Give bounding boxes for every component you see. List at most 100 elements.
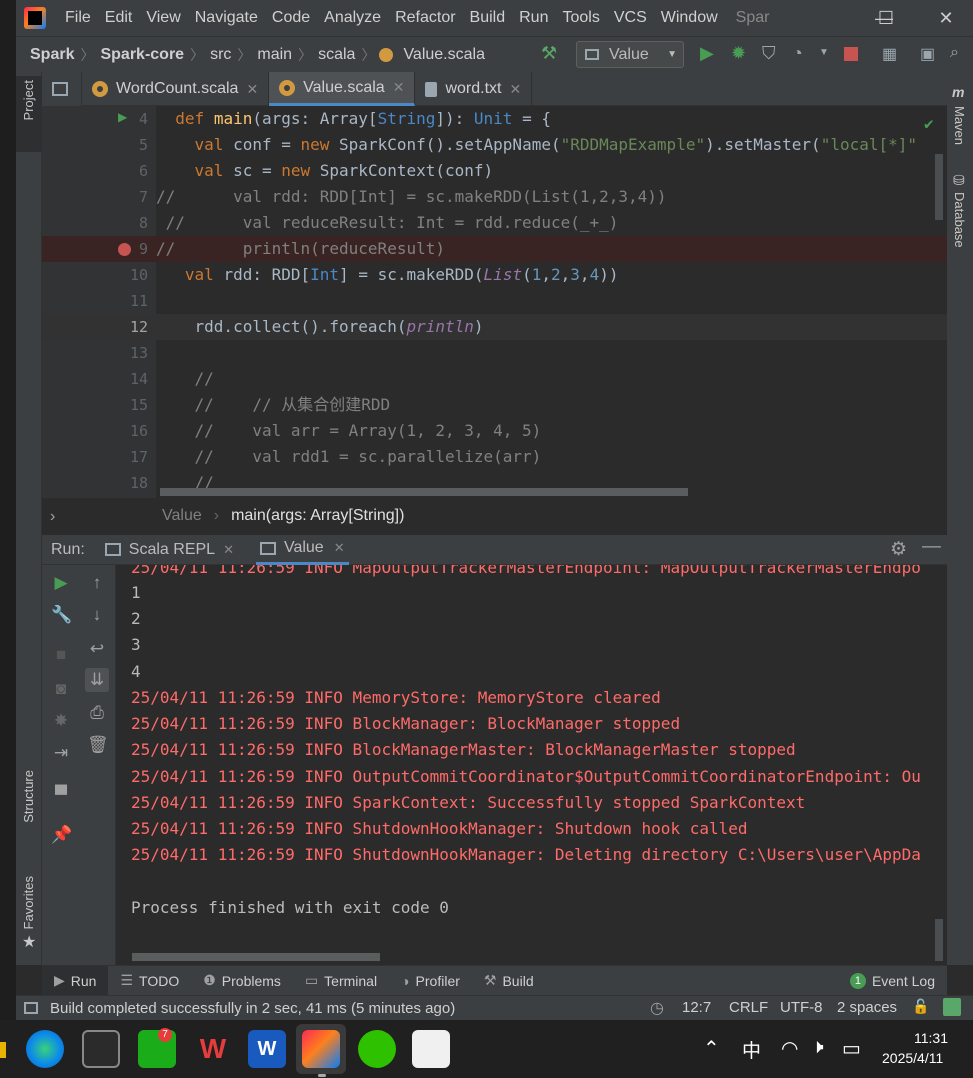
taskbar-app-partial[interactable]	[0, 1042, 6, 1058]
rerun-icon[interactable]: ▶	[51, 573, 71, 593]
menu-window[interactable]: Window	[654, 9, 725, 27]
run-icon[interactable]: ▶	[700, 43, 714, 64]
unlock-icon[interactable]: 🔓	[912, 998, 929, 1015]
stop-icon[interactable]	[844, 47, 858, 61]
code-editor[interactable]: def main(args: Array[String]): Unit = { …	[156, 106, 947, 498]
menu-edit[interactable]: Edit	[98, 9, 140, 27]
menu-build[interactable]: Build	[463, 9, 513, 27]
caret-position[interactable]: 12:7	[682, 999, 711, 1016]
project-structure-icon[interactable]: ▦	[882, 44, 897, 64]
battery-icon[interactable]: ▭	[842, 1036, 861, 1061]
menu-code[interactable]: Code	[265, 9, 317, 27]
toggle-tool-windows-icon[interactable]	[24, 1002, 38, 1014]
close-button[interactable]: ✕	[923, 0, 969, 36]
breadcrumb-scala[interactable]: scala	[312, 46, 361, 64]
menu-vcs[interactable]: VCS	[607, 9, 654, 27]
unity-hub-icon[interactable]	[82, 1030, 120, 1068]
maven-tool-button[interactable]: Maven	[952, 106, 967, 145]
soft-wrap-icon[interactable]: ↩	[87, 639, 107, 659]
coverage-icon[interactable]: ⛉	[762, 43, 776, 64]
console-vertical-scrollbar[interactable]	[935, 919, 943, 961]
layout-icon[interactable]: ▀	[51, 785, 71, 805]
tool-tab-profiler[interactable]: ◑ Profiler	[389, 973, 472, 989]
debug-icon[interactable]: ✹	[731, 43, 746, 64]
stop-icon[interactable]: ■	[51, 645, 71, 665]
hide-panel-icon[interactable]: —	[922, 536, 941, 558]
build-hammer-icon[interactable]: ⚒	[541, 43, 557, 64]
profile-icon[interactable]: ◔	[792, 43, 803, 64]
wps-office-icon[interactable]: W	[194, 1030, 232, 1068]
editor-vertical-scrollbar[interactable]	[935, 154, 943, 220]
camera-icon[interactable]: ◙	[51, 679, 71, 699]
breadcrumb-method[interactable]: main(args: Array[String])	[231, 507, 404, 525]
search-icon[interactable]: ⌕	[950, 44, 959, 62]
editor-gutter[interactable]: 4 ▶ 5 6 7 8 9 10 11 12 13 14 15 16 17 18	[42, 106, 156, 498]
arrow-up-icon[interactable]: ↑	[87, 573, 107, 593]
tool-tab-build[interactable]: ⚒ Build	[472, 972, 546, 989]
console-horizontal-scrollbar[interactable]	[132, 953, 380, 961]
snipping-tool-icon[interactable]	[412, 1030, 450, 1068]
menu-navigate[interactable]: Navigate	[188, 9, 265, 27]
pin-icon[interactable]: 📌	[51, 825, 72, 845]
menu-run[interactable]: Run	[512, 9, 555, 27]
menu-analyze[interactable]: Analyze	[317, 9, 388, 27]
close-icon[interactable]: ✕	[393, 79, 405, 96]
structure-tool-button[interactable]: Structure	[21, 770, 36, 823]
run-tab-scala-repl[interactable]: Scala REPL	[129, 541, 215, 559]
breadcrumb-object[interactable]: Value	[162, 507, 202, 525]
menu-file[interactable]: File	[58, 9, 98, 27]
status-message[interactable]: Build completed successfully in 2 sec, 4…	[50, 1000, 455, 1017]
breakpoint-icon[interactable]	[118, 243, 131, 256]
menu-refactor[interactable]: Refactor	[388, 9, 462, 27]
tool-tab-run[interactable]: ▶ Run	[42, 966, 109, 995]
speaker-muted-icon[interactable]: 🕨	[811, 1036, 824, 1059]
tool-tab-terminal[interactable]: ▭ Terminal	[293, 972, 389, 989]
menu-view[interactable]: View	[139, 9, 187, 27]
tab-value[interactable]: Value.scala ✕	[269, 72, 416, 106]
breadcrumb-file[interactable]: Value.scala	[397, 46, 491, 64]
exit-icon[interactable]: ⇥	[51, 743, 71, 763]
event-log-button[interactable]: 1 Event Log	[838, 972, 947, 989]
wrench-icon[interactable]: 🔧	[51, 605, 72, 625]
tab-word-txt[interactable]: word.txt ✕	[415, 72, 533, 106]
tool-tab-problems[interactable]: ❶ Problems	[191, 972, 293, 989]
ime-indicator[interactable]: 中	[742, 1036, 761, 1063]
editor-horizontal-scrollbar[interactable]	[160, 488, 688, 496]
bug-icon[interactable]: ✸	[51, 711, 71, 731]
no-problems-check-icon[interactable]: ✔	[924, 114, 934, 133]
file-encoding[interactable]: UTF-8	[780, 999, 823, 1016]
chevron-right-icon[interactable]: ›	[50, 508, 55, 526]
print-icon[interactable]: ⎙	[87, 703, 107, 723]
line-separator[interactable]: CRLF	[729, 999, 768, 1016]
breadcrumb-project[interactable]: Spark	[24, 46, 80, 64]
panel-layout-icon[interactable]	[52, 82, 68, 96]
inspection-icon[interactable]	[943, 998, 961, 1016]
favorites-tool-button[interactable]: Favorites	[21, 876, 36, 929]
close-icon[interactable]: ✕	[509, 81, 521, 98]
close-icon[interactable]: ✕	[223, 542, 234, 558]
edge-browser-icon[interactable]	[26, 1030, 64, 1068]
menu-tools[interactable]: Tools	[555, 9, 606, 27]
gear-icon[interactable]: ⚙	[890, 538, 907, 561]
clock-date[interactable]: 2025/4/11	[882, 1050, 943, 1066]
indent-setting[interactable]: 2 spaces	[837, 999, 897, 1016]
word-icon[interactable]: W	[248, 1030, 286, 1068]
arrow-down-icon[interactable]: ↓	[87, 605, 107, 625]
database-tool-button[interactable]: Database	[952, 192, 967, 248]
tool-tab-todo[interactable]: ☰ TODO	[108, 972, 191, 989]
console-output[interactable]: 25/04/11 11:26:59 INFO MapOutputTrackerM…	[116, 565, 947, 965]
close-icon[interactable]: ✕	[246, 81, 258, 98]
more-run-caret-icon[interactable]: ▼	[819, 47, 829, 58]
trash-icon[interactable]: 🗑	[87, 735, 109, 755]
close-icon[interactable]: ✕	[334, 540, 345, 556]
presentation-icon[interactable]: ▣	[920, 44, 935, 64]
scroll-to-end-icon[interactable]: ⇊	[85, 668, 109, 692]
clock-time[interactable]: 11:31	[914, 1030, 948, 1046]
run-gutter-icon[interactable]: ▶	[118, 110, 127, 124]
wifi-icon[interactable]: ◠	[781, 1036, 798, 1061]
breadcrumb-module[interactable]: Spark-core	[94, 46, 190, 64]
chevron-up-icon[interactable]: ⌃	[703, 1036, 720, 1061]
tab-wordcount[interactable]: WordCount.scala ✕	[82, 72, 270, 106]
breadcrumb-main[interactable]: main	[251, 46, 298, 64]
memory-clock-icon[interactable]: ◷	[650, 998, 664, 1018]
